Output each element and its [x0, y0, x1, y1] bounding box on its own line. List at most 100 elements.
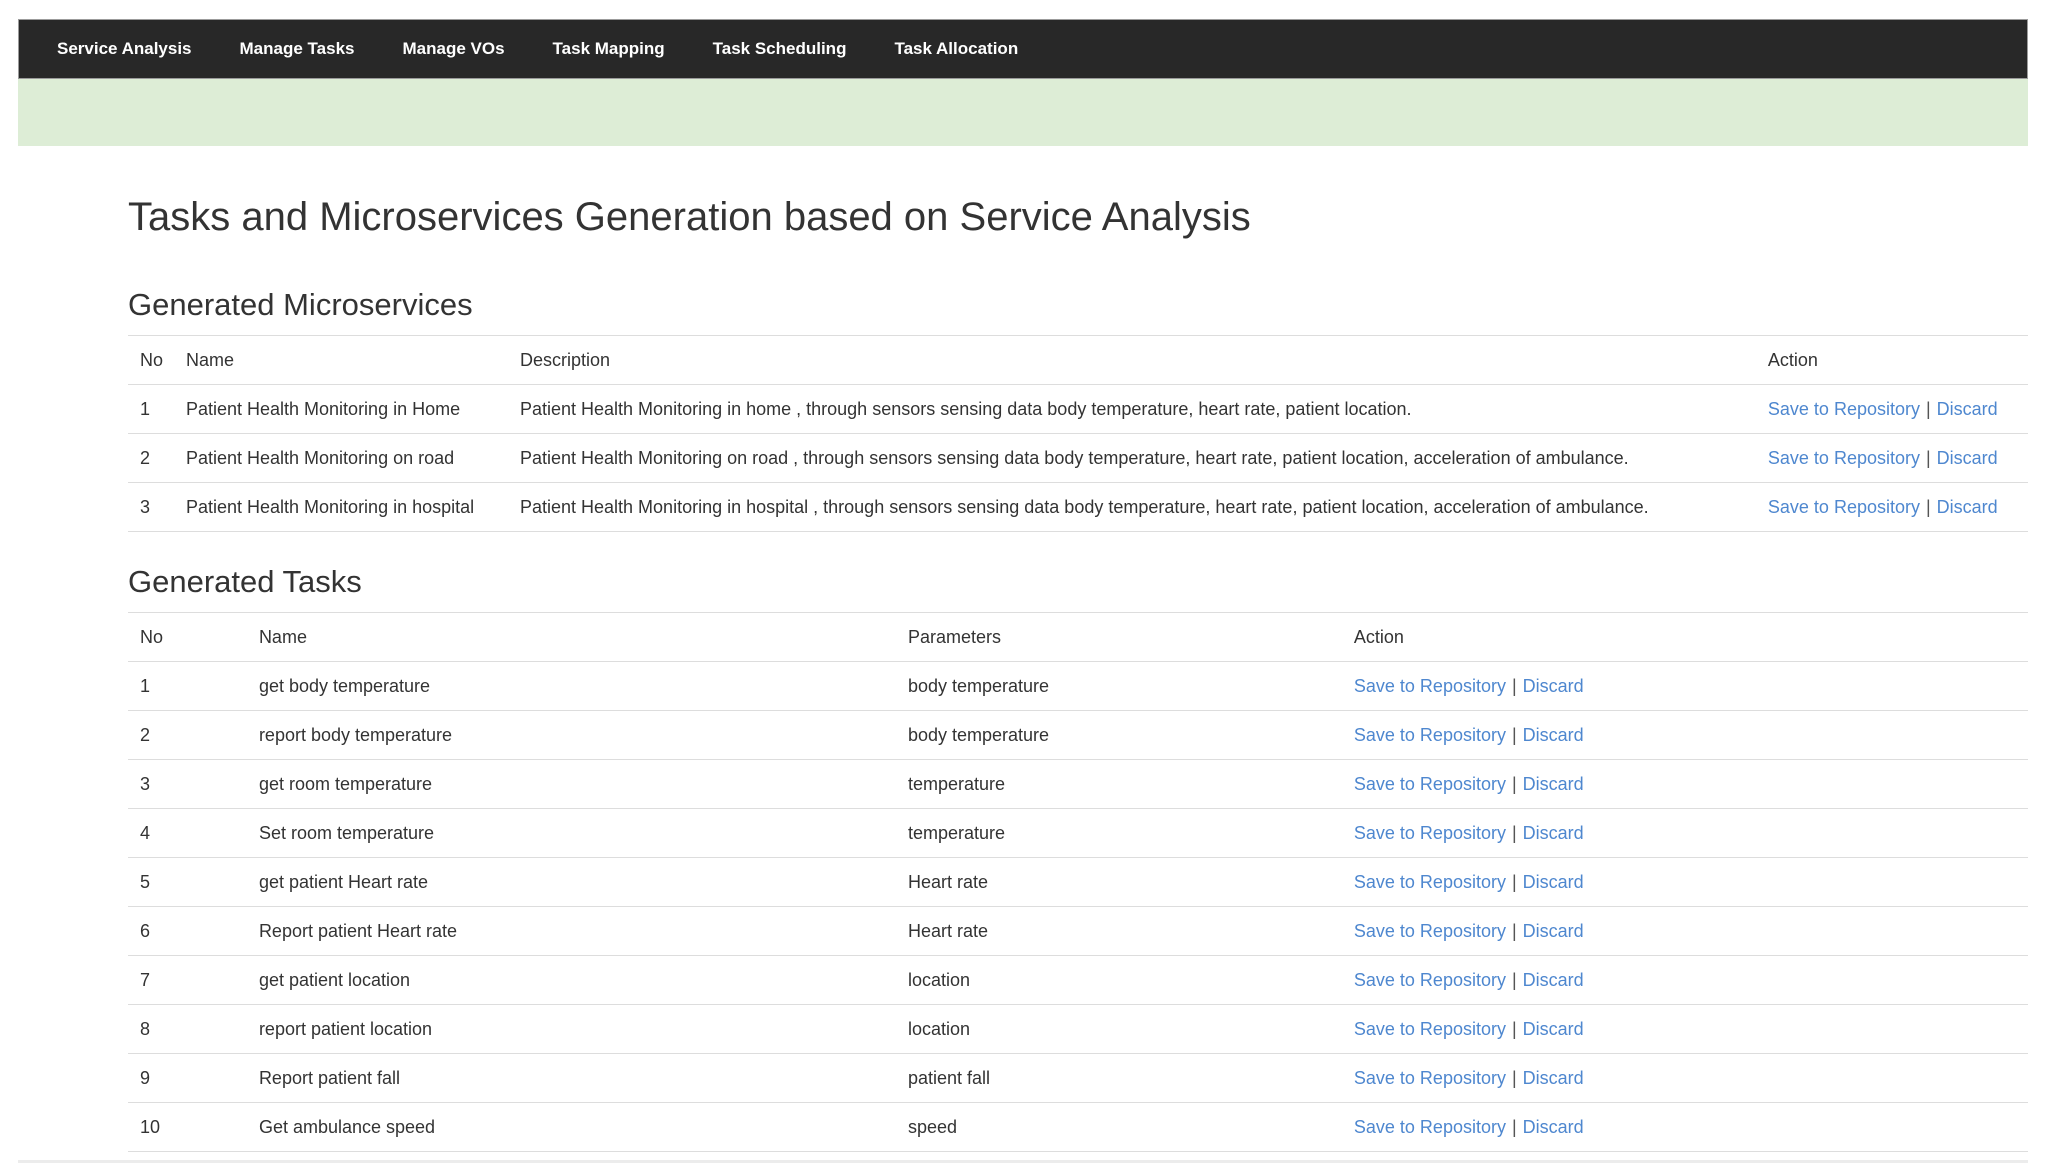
nav-item-task-allocation[interactable]: Task Allocation — [870, 20, 1042, 78]
task-row: 6 Report patient Heart rate Heart rate S… — [128, 907, 2028, 956]
column-header-name: Name — [174, 336, 508, 385]
task-name: Report patient fall — [247, 1054, 896, 1103]
microservice-actions: Save to Repository | Discard — [1756, 385, 2028, 434]
discard-link[interactable]: Discard — [1523, 1019, 1584, 1039]
task-no: 3 — [128, 760, 247, 809]
save-to-repository-link[interactable]: Save to Repository — [1354, 970, 1506, 990]
task-parameters: patient fall — [896, 1054, 1342, 1103]
microservice-no: 1 — [128, 385, 174, 434]
action-separator: | — [1926, 497, 1931, 517]
discard-link[interactable]: Discard — [1523, 1117, 1584, 1137]
save-to-repository-link[interactable]: Save to Repository — [1354, 823, 1506, 843]
task-parameters: location — [896, 956, 1342, 1005]
page-title: Tasks and Microservices Generation based… — [128, 195, 2028, 239]
task-actions: Save to Repository | Discard — [1342, 1103, 2028, 1152]
discard-link[interactable]: Discard — [1523, 725, 1584, 745]
action-separator: | — [1512, 970, 1517, 990]
action-separator: | — [1512, 823, 1517, 843]
task-row: 4 Set room temperature temperature Save … — [128, 809, 2028, 858]
nav-item-task-scheduling[interactable]: Task Scheduling — [689, 20, 871, 78]
save-to-repository-link[interactable]: Save to Repository — [1354, 774, 1506, 794]
microservice-description: Patient Health Monitoring in hospital , … — [508, 483, 1756, 532]
action-separator: | — [1512, 676, 1517, 696]
save-to-repository-link[interactable]: Save to Repository — [1354, 1068, 1506, 1088]
task-actions: Save to Repository | Discard — [1342, 907, 2028, 956]
discard-link[interactable]: Discard — [1523, 970, 1584, 990]
task-row: 5 get patient Heart rate Heart rate Save… — [128, 858, 2028, 907]
task-no: 6 — [128, 907, 247, 956]
microservice-description: Patient Health Monitoring in home , thro… — [508, 385, 1756, 434]
tasks-header-row: No Name Parameters Action — [128, 613, 2028, 662]
task-name: get patient location — [247, 956, 896, 1005]
nav-link-manage-vos[interactable]: Manage VOs — [378, 20, 528, 78]
task-actions: Save to Repository|Discard — [1342, 711, 2028, 760]
microservice-name: Patient Health Monitoring on road — [174, 434, 508, 483]
task-no: 7 — [128, 956, 247, 1005]
column-header-description: Description — [508, 336, 1756, 385]
nav-item-manage-tasks[interactable]: Manage Tasks — [216, 20, 379, 78]
nav-item-task-mapping[interactable]: Task Mapping — [529, 20, 689, 78]
save-to-repository-link[interactable]: Save to Repository — [1354, 921, 1506, 941]
task-parameters: Heart rate — [896, 858, 1342, 907]
microservice-description: Patient Health Monitoring on road , thro… — [508, 434, 1756, 483]
save-to-repository-link[interactable]: Save to Repository — [1354, 1117, 1506, 1137]
task-name: get room temperature — [247, 760, 896, 809]
microservices-header-row: No Name Description Action — [128, 336, 2028, 385]
save-to-repository-link[interactable]: Save to Repository — [1768, 399, 1920, 419]
microservice-actions: Save to Repository | Discard — [1756, 483, 2028, 532]
task-parameters: location — [896, 1005, 1342, 1054]
save-to-repository-link[interactable]: Save to Repository — [1354, 725, 1506, 745]
microservice-actions: Save to Repository | Discard — [1756, 434, 2028, 483]
nav-link-task-scheduling[interactable]: Task Scheduling — [689, 20, 871, 78]
nav-item-manage-vos[interactable]: Manage VOs — [378, 20, 528, 78]
task-parameters: temperature — [896, 809, 1342, 858]
action-separator: | — [1926, 399, 1931, 419]
nav-link-service-analysis[interactable]: Service Analysis — [33, 20, 216, 78]
tasks-section-heading: Generated Tasks — [128, 565, 2028, 599]
task-parameters: Heart rate — [896, 907, 1342, 956]
save-to-repository-link[interactable]: Save to Repository — [1354, 872, 1506, 892]
discard-link[interactable]: Discard — [1523, 823, 1584, 843]
column-header-name: Name — [247, 613, 896, 662]
nav-link-task-mapping[interactable]: Task Mapping — [529, 20, 689, 78]
action-separator: | — [1512, 1019, 1517, 1039]
save-to-repository-link[interactable]: Save to Repository — [1354, 676, 1506, 696]
column-header-no: No — [128, 336, 174, 385]
microservice-row: 2 Patient Health Monitoring on road Pati… — [128, 434, 2028, 483]
discard-link[interactable]: Discard — [1937, 497, 1998, 517]
nav-item-service-analysis[interactable]: Service Analysis — [33, 20, 216, 78]
nav-link-task-allocation[interactable]: Task Allocation — [870, 20, 1042, 78]
task-no: 4 — [128, 809, 247, 858]
action-separator: | — [1512, 774, 1517, 794]
discard-link[interactable]: Discard — [1523, 774, 1584, 794]
task-actions: Save to Repository | Discard — [1342, 662, 2028, 711]
discard-link[interactable]: Discard — [1523, 872, 1584, 892]
action-separator: | — [1512, 921, 1517, 941]
microservice-row: 3 Patient Health Monitoring in hospital … — [128, 483, 2028, 532]
save-to-repository-link[interactable]: Save to Repository — [1354, 1019, 1506, 1039]
task-no: 1 — [128, 662, 247, 711]
task-no: 8 — [128, 1005, 247, 1054]
task-parameters: speed — [896, 1103, 1342, 1152]
action-separator: | — [1926, 448, 1931, 468]
column-header-action: Action — [1756, 336, 2028, 385]
action-separator: | — [1512, 1117, 1517, 1137]
discard-link[interactable]: Discard — [1523, 676, 1584, 696]
navbar-menu: Service Analysis Manage Tasks Manage VOs… — [19, 20, 2027, 78]
save-to-repository-link[interactable]: Save to Repository — [1768, 448, 1920, 468]
task-actions: Save to Repository | Discard — [1342, 956, 2028, 1005]
microservices-section-heading: Generated Microservices — [128, 288, 2028, 322]
discard-link[interactable]: Discard — [1937, 448, 1998, 468]
microservice-no: 2 — [128, 434, 174, 483]
microservice-name: Patient Health Monitoring in hospital — [174, 483, 508, 532]
success-banner — [18, 79, 2028, 146]
nav-link-manage-tasks[interactable]: Manage Tasks — [216, 20, 379, 78]
discard-link[interactable]: Discard — [1523, 1068, 1584, 1088]
discard-link[interactable]: Discard — [1523, 921, 1584, 941]
microservice-no: 3 — [128, 483, 174, 532]
task-actions: Save to Repository | Discard — [1342, 760, 2028, 809]
task-parameters: body temperature — [896, 711, 1342, 760]
task-row: 1 get body temperature body temperature … — [128, 662, 2028, 711]
discard-link[interactable]: Discard — [1937, 399, 1998, 419]
save-to-repository-link[interactable]: Save to Repository — [1768, 497, 1920, 517]
